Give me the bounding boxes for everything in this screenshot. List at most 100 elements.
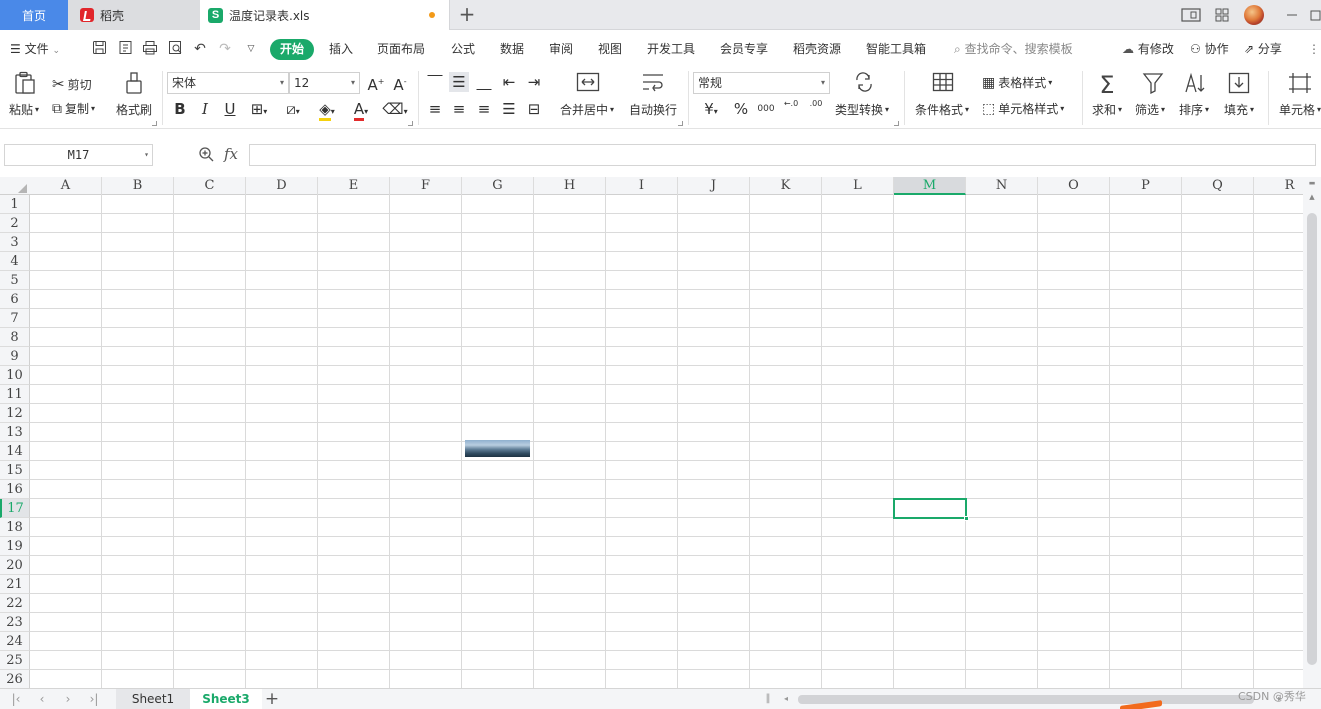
print-preview-icon[interactable] xyxy=(166,40,184,58)
fill-pattern-button[interactable]: ⧄▾ xyxy=(279,99,307,119)
print-icon[interactable] xyxy=(141,40,159,58)
wrap-text-button[interactable]: 自动换行 xyxy=(629,101,677,118)
border-button[interactable]: ⊞▾ xyxy=(245,99,273,119)
share-button[interactable]: ⇗ 分享 xyxy=(1244,40,1282,58)
scroll-split-icon[interactable]: ▬ xyxy=(1307,179,1317,187)
cell-style-button[interactable]: ⬚ 单元格样式 ▾ xyxy=(982,100,1064,117)
row-header[interactable]: 23 xyxy=(0,613,30,632)
minimize-icon[interactable] xyxy=(1284,6,1300,24)
menu-developer[interactable]: 开发工具 xyxy=(647,40,695,58)
add-sheet-button[interactable]: + xyxy=(264,691,280,708)
fill-handle[interactable] xyxy=(964,516,969,521)
first-sheet-icon[interactable]: |‹ xyxy=(8,691,24,707)
column-header[interactable]: F xyxy=(390,177,462,195)
collaborate-button[interactable]: ⚇ 协作 xyxy=(1190,40,1229,58)
copy-button[interactable]: ⧉ 复制 ▾ xyxy=(52,100,95,117)
type-convert-button[interactable]: 类型转换 ▾ xyxy=(835,101,889,118)
row-header[interactable]: 6 xyxy=(0,290,30,309)
column-header[interactable]: A xyxy=(30,177,102,195)
column-header[interactable]: L xyxy=(822,177,894,195)
sum-button[interactable]: 求和 ▾ xyxy=(1092,101,1122,118)
italic-button[interactable]: I xyxy=(195,99,215,119)
clear-format-button[interactable]: ⌫▾ xyxy=(381,99,409,119)
column-header[interactable]: C xyxy=(174,177,246,195)
modified-status[interactable]: ☁ 有修改 xyxy=(1122,40,1174,58)
row-header[interactable]: 2 xyxy=(0,214,30,233)
row-header[interactable]: 17 xyxy=(0,499,30,518)
row-header[interactable]: 8 xyxy=(0,328,30,347)
paste-icon[interactable] xyxy=(12,71,38,101)
menu-member[interactable]: 会员专享 xyxy=(720,40,768,58)
grid-icon[interactable] xyxy=(1212,6,1232,24)
column-header[interactable]: G xyxy=(462,177,534,195)
row-header[interactable]: 10 xyxy=(0,366,30,385)
sheet-tab-sheet1[interactable]: Sheet1 xyxy=(116,689,190,709)
column-header[interactable]: O xyxy=(1038,177,1110,195)
file-menu[interactable]: ☰ 文件 ⌄ xyxy=(10,40,60,58)
embedded-landscape-image[interactable] xyxy=(465,440,530,457)
format-painter-button[interactable]: 格式刷 xyxy=(116,101,152,118)
column-header[interactable]: H xyxy=(534,177,606,195)
row-header[interactable]: 26 xyxy=(0,670,30,688)
horizontal-scroll-thumb[interactable] xyxy=(798,695,1254,704)
vertical-scroll-thumb[interactable] xyxy=(1307,213,1317,665)
align-left-icon[interactable]: ≡ xyxy=(425,99,445,119)
cell-area[interactable] xyxy=(30,195,1303,688)
number-format-select[interactable]: 常规 ▾ xyxy=(693,72,830,94)
row-header[interactable]: 11 xyxy=(0,385,30,404)
row-header[interactable]: 22 xyxy=(0,594,30,613)
clipboard-group-expand-icon[interactable] xyxy=(152,121,157,126)
row-header[interactable]: 15 xyxy=(0,461,30,480)
next-sheet-icon[interactable]: › xyxy=(60,691,76,707)
select-all-corner[interactable] xyxy=(18,184,27,193)
row-header[interactable]: 12 xyxy=(0,404,30,423)
indent-increase-icon[interactable]: ⇥ xyxy=(524,72,544,92)
row-header[interactable]: 24 xyxy=(0,632,30,651)
wrap-text-icon[interactable] xyxy=(640,72,666,98)
thousands-button[interactable]: 000 xyxy=(756,99,776,119)
table-style-button[interactable]: ▦ 表格样式 ▾ xyxy=(982,74,1052,91)
tab-home[interactable]: 首页 xyxy=(0,0,68,30)
selected-cell[interactable] xyxy=(893,498,969,521)
paste-button[interactable]: 粘贴 ▾ xyxy=(9,101,39,118)
font-family-select[interactable]: 宋体 ▾ xyxy=(167,72,289,94)
column-header[interactable]: B xyxy=(102,177,174,195)
percent-button[interactable]: % xyxy=(731,99,751,119)
align-middle-icon[interactable]: ☰ xyxy=(449,72,469,92)
number-group-expand-icon[interactable] xyxy=(894,121,899,126)
cell-icon[interactable] xyxy=(1287,72,1313,100)
align-center-icon[interactable]: ≡ xyxy=(449,99,469,119)
tab-daoke[interactable]: 稻壳 xyxy=(68,0,200,30)
sort-button[interactable]: 排序 ▾ xyxy=(1179,101,1209,118)
column-header[interactable]: E xyxy=(318,177,390,195)
menu-start[interactable]: 开始 xyxy=(270,39,314,60)
zoom-formula-icon[interactable] xyxy=(198,146,214,166)
decrease-decimal-button[interactable]: .00 xyxy=(806,99,826,119)
fill-down-icon[interactable] xyxy=(1226,72,1252,100)
cell-button[interactable]: 单元格 ▾ xyxy=(1279,101,1321,118)
insert-function-icon[interactable]: fx xyxy=(224,145,238,163)
conditional-format-icon[interactable] xyxy=(930,72,956,98)
row-header[interactable]: 7 xyxy=(0,309,30,328)
save-icon[interactable] xyxy=(90,40,108,58)
font-size-select[interactable]: 12 ▾ xyxy=(289,72,360,94)
quick-access-dropdown-icon[interactable]: ▽ xyxy=(242,40,260,58)
conditional-format-button[interactable]: 条件格式 ▾ xyxy=(915,101,969,118)
menu-smart-toolbox[interactable]: 智能工具箱 xyxy=(866,40,926,58)
row-header[interactable]: 20 xyxy=(0,556,30,575)
filter-button[interactable]: 筛选 ▾ xyxy=(1135,101,1165,118)
decrease-font-icon[interactable]: A- xyxy=(390,72,410,94)
font-group-expand-icon[interactable] xyxy=(408,121,413,126)
align-top-icon[interactable]: ⎺ xyxy=(425,72,445,92)
filter-icon[interactable] xyxy=(1140,72,1166,100)
restore-icon[interactable] xyxy=(1308,6,1321,24)
sum-icon[interactable]: Σ xyxy=(1094,71,1120,99)
column-header[interactable]: D xyxy=(246,177,318,195)
column-header[interactable]: Q xyxy=(1182,177,1254,195)
menu-view[interactable]: 视图 xyxy=(598,40,622,58)
alignment-group-expand-icon[interactable] xyxy=(678,121,683,126)
currency-button[interactable]: ¥▾ xyxy=(697,99,725,119)
align-right-icon[interactable]: ≡ xyxy=(474,99,494,119)
row-header[interactable]: 5 xyxy=(0,271,30,290)
scroll-up-icon[interactable]: ▲ xyxy=(1307,193,1317,201)
